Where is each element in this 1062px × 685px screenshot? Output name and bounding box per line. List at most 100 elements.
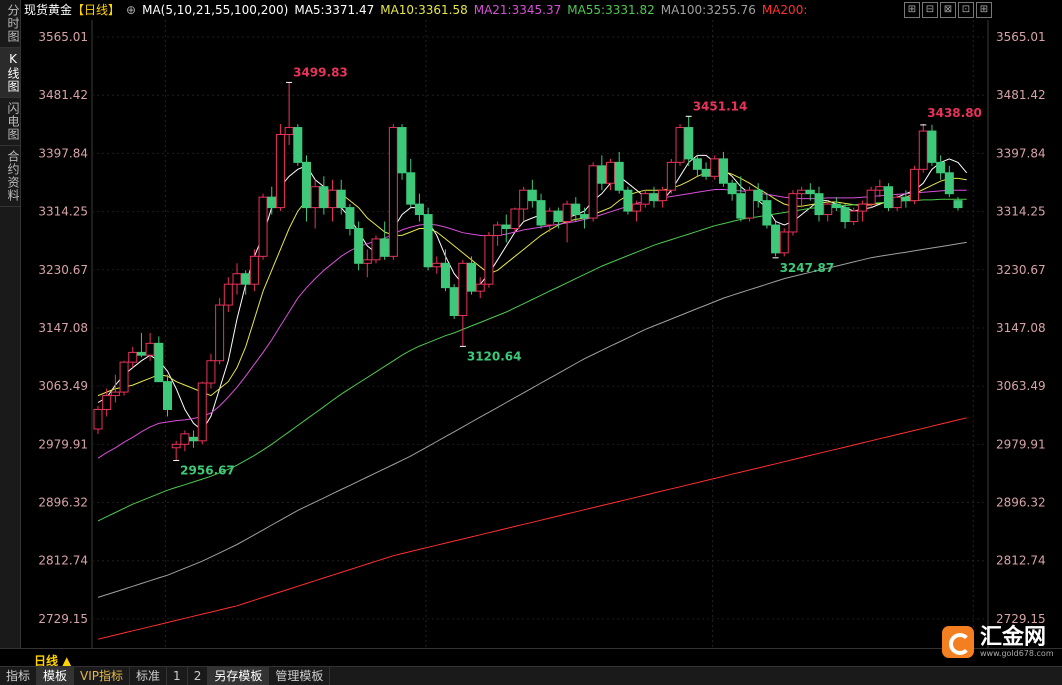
tab-time-chart[interactable]: 分时图: [0, 0, 20, 48]
candle-body: [450, 288, 458, 316]
extreme-label: 3499.83: [293, 65, 348, 79]
fullscreen-icon[interactable]: ⊞: [976, 2, 992, 18]
ma10-value: MA10:3361.58: [380, 3, 468, 17]
y-tick-right: 2812.74: [996, 554, 1046, 568]
candle-body: [919, 131, 927, 169]
candle-body: [337, 190, 345, 207]
save-template-button[interactable]: 另存模板: [208, 667, 269, 685]
y-tick-right: 3063.49: [996, 379, 1046, 393]
y-tick-left: 3230.67: [38, 263, 88, 277]
candle-body: [954, 201, 962, 208]
ma100-value: MA100:3255.76: [661, 3, 756, 17]
candle-body: [537, 201, 545, 225]
extreme-label: 3120.64: [467, 349, 522, 363]
x-axis: [0, 648, 1062, 667]
period-name: 【日线】: [72, 3, 120, 17]
zoom-in-icon[interactable]: ⊞: [904, 2, 920, 18]
ma55-value: MA55:3331.82: [567, 3, 655, 17]
candle-body: [103, 396, 111, 410]
candle-body: [94, 409, 102, 428]
candle-body: [563, 204, 571, 221]
candle-body: [719, 159, 727, 183]
extreme-label: 3438.80: [927, 106, 982, 120]
candle-body: [589, 166, 597, 218]
candlestick-chart[interactable]: 3499.83 3451.14 3438.80 2956.67 3120.64 3247.…: [0, 0, 1062, 648]
candle-body: [789, 194, 797, 232]
candle-body: [702, 169, 710, 176]
candle-body: [120, 362, 128, 392]
candle-body: [572, 204, 580, 214]
candle-body: [624, 190, 632, 211]
ma-params[interactable]: MA(5,10,21,55,100,200): [142, 3, 288, 17]
tab-vip-indicators[interactable]: VIP指标: [74, 667, 130, 685]
candle-body: [415, 204, 423, 214]
candle-body: [355, 228, 363, 263]
candle-body: [772, 225, 780, 253]
candle-body: [363, 260, 371, 263]
candle-body: [650, 194, 658, 201]
y-tick-left: 2896.32: [38, 496, 88, 510]
candle-body: [546, 211, 554, 225]
bottom-toolbar: 指标 模板 VIP指标 标准 1 2 另存模板 管理模板: [0, 666, 1062, 685]
candle-body: [815, 194, 823, 215]
candle-body: [250, 256, 258, 284]
candle-body: [224, 284, 232, 305]
y-tick-left: 3147.08: [38, 321, 88, 335]
candle-body: [598, 166, 606, 183]
tab-kline-chart[interactable]: K线图: [0, 48, 20, 98]
candle-body: [485, 235, 493, 284]
candle-body: [885, 187, 893, 208]
ma5-value: MA5:3371.47: [294, 3, 374, 17]
candle-body: [242, 274, 250, 284]
scroll-right-icon[interactable]: ⊡: [958, 2, 974, 18]
candle-body: [259, 197, 267, 256]
candle-body: [137, 352, 145, 355]
extreme-label: 3451.14: [693, 99, 748, 113]
candle-body: [867, 190, 875, 204]
candle-body: [163, 382, 171, 410]
candle-body: [763, 201, 771, 225]
tab-templates[interactable]: 模板: [37, 667, 74, 685]
candle-body: [181, 434, 189, 444]
candle-body: [233, 274, 241, 284]
tab-indicators[interactable]: 指标: [0, 667, 37, 685]
candle-body: [155, 343, 163, 381]
y-tick-left: 3314.25: [38, 205, 88, 219]
candle-body: [693, 159, 701, 169]
y-tick-left: 3565.01: [38, 30, 88, 44]
candle-body: [502, 225, 510, 228]
extreme-label: 2956.67: [180, 464, 235, 478]
add-icon[interactable]: ⊕: [126, 3, 136, 17]
candle-body: [207, 361, 215, 383]
tab-flash-chart[interactable]: 闪电图: [0, 98, 20, 146]
tab-standard[interactable]: 标准: [130, 667, 167, 685]
y-tick-right: 2979.91: [996, 437, 1046, 451]
candle-body: [780, 232, 788, 253]
candle-body: [468, 263, 476, 291]
y-tick-right: 3397.84: [996, 146, 1046, 160]
scroll-left-icon[interactable]: ⊠: [940, 2, 956, 18]
candle-body: [528, 190, 536, 200]
tab-layout-2[interactable]: 2: [188, 667, 209, 685]
candle-body: [311, 187, 319, 208]
candle-body: [329, 190, 337, 207]
candle-body: [381, 239, 389, 256]
candle-body: [320, 187, 328, 208]
candle-body: [580, 215, 588, 218]
tab-layout-1[interactable]: 1: [167, 667, 188, 685]
extreme-label: 3247.87: [780, 261, 835, 275]
candle-body: [676, 128, 684, 163]
logo-icon: [942, 626, 974, 658]
candle-body: [398, 128, 406, 173]
toolbar-icons: ⊞ ⊟ ⊠ ⊡ ⊞: [904, 2, 992, 18]
view-tabs: 分时图 K线图 闪电图 合约资料: [0, 0, 21, 648]
symbol-name: 现货黄金: [24, 3, 72, 17]
manage-templates-button[interactable]: 管理模板: [269, 667, 330, 685]
candle-body: [346, 208, 354, 229]
candle-body: [372, 239, 380, 260]
tab-contract-info[interactable]: 合约资料: [0, 146, 20, 207]
candle-body: [858, 204, 866, 211]
candle-body: [728, 183, 736, 193]
zoom-out-icon[interactable]: ⊟: [922, 2, 938, 18]
candle-body: [302, 162, 310, 207]
